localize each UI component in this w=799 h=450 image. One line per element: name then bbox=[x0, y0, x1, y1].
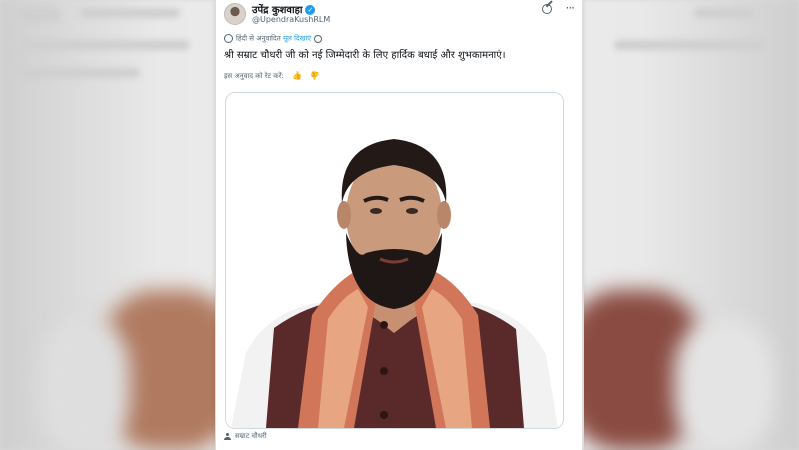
verified-badge-icon: ✓ bbox=[305, 5, 316, 15]
thumbs-down-icon[interactable]: 👍 bbox=[310, 71, 320, 80]
globe-icon bbox=[224, 34, 233, 43]
tweet-card: उपेंद्र कुशवाहा ✓ @UpendraKushRLM ··· हिं… bbox=[216, 0, 582, 450]
blurred-background-left bbox=[0, 0, 215, 450]
tweet-media-image[interactable] bbox=[225, 92, 564, 429]
grok-icon[interactable] bbox=[542, 4, 552, 14]
gear-icon[interactable] bbox=[314, 34, 323, 43]
thumbs-up-icon[interactable]: 👍 bbox=[292, 71, 302, 80]
blurred-background-right bbox=[584, 0, 799, 450]
translated-note: हिंदी से अनुवादित bbox=[236, 34, 281, 43]
rate-translation-row: इस अनुवाद को रेट करें: 👍 👍 bbox=[224, 71, 320, 81]
user-icon bbox=[224, 432, 231, 440]
author-name-row[interactable]: उपेंद्र कुशवाहा ✓ bbox=[252, 2, 316, 16]
more-icon[interactable]: ··· bbox=[566, 1, 576, 15]
show-original-link[interactable]: मूल दिखाएं bbox=[283, 35, 311, 43]
tweet-text: श्री सम्राट चौधरी जी को नई जिम्मेदारी के… bbox=[224, 50, 506, 61]
tweet-header: उपेंद्र कुशवाहा ✓ @UpendraKushRLM ··· bbox=[224, 1, 576, 28]
rate-translation-label: इस अनुवाद को रेट करें: bbox=[224, 72, 284, 80]
tagged-user-name[interactable]: सम्राट चौधरी bbox=[235, 432, 267, 440]
translation-note-row: हिंदी से अनुवादित मूल दिखाएं bbox=[224, 34, 323, 44]
avatar[interactable] bbox=[224, 3, 246, 25]
author-handle[interactable]: @UpendraKushRLM bbox=[252, 15, 330, 24]
tagged-user-row[interactable]: सम्राट चौधरी bbox=[224, 432, 267, 441]
portrait-photo bbox=[226, 93, 563, 428]
